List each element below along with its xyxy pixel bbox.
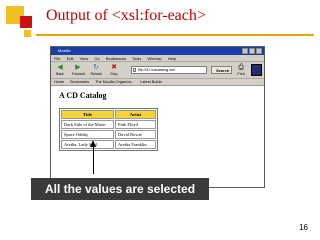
- cell-title: Dark Side of the Moon: [61, 120, 114, 129]
- column-header-artist: Artist: [115, 110, 156, 119]
- menu-view[interactable]: View: [80, 56, 89, 61]
- forward-label: Forward: [72, 72, 85, 76]
- window-title: Mozilla: [58, 48, 71, 53]
- close-button[interactable]: [256, 48, 262, 54]
- stop-button[interactable]: ✖ Stop: [108, 63, 120, 76]
- window-titlebar: Mozilla: [51, 47, 264, 55]
- cd-table: Title Artist Dark Side of the Moon Pink …: [59, 108, 158, 151]
- callout-arrow-line: [93, 146, 94, 174]
- maximize-button[interactable]: [249, 48, 255, 54]
- cell-artist: Pink Floyd: [115, 120, 156, 129]
- decorative-gold-square-small: [24, 30, 31, 37]
- menu-window[interactable]: Window: [147, 56, 161, 61]
- menu-help[interactable]: Help: [168, 56, 176, 61]
- menu-edit[interactable]: Edit: [67, 56, 74, 61]
- forward-button[interactable]: ▶ Forward: [72, 63, 85, 76]
- page-number: 16: [299, 223, 308, 232]
- mozilla-logo-icon: [251, 64, 262, 76]
- column-header-title: Title: [61, 110, 114, 119]
- back-arrow-icon: ◀: [57, 64, 63, 71]
- browser-window: Mozilla File Edit View Go Bookmarks Tool…: [50, 46, 265, 188]
- page-content: A CD Catalog Title Artist Dark Side of t…: [51, 86, 264, 185]
- table-row: Aretha: Lady Soul Aretha Franklin: [61, 140, 156, 149]
- page-heading: A CD Catalog: [59, 91, 107, 100]
- reload-label: Reload: [90, 72, 102, 76]
- search-label: Search: [216, 68, 230, 73]
- menu-go[interactable]: Go: [94, 56, 99, 61]
- title-underline: [36, 34, 314, 36]
- menu-tools[interactable]: Tools: [132, 56, 141, 61]
- table-row: Space Oddity David Bowie: [61, 130, 156, 139]
- bookmark-bookmarks[interactable]: Bookmarks: [70, 80, 89, 84]
- cell-artist: David Bowie: [115, 130, 156, 139]
- personal-toolbar: Home Bookmarks The Mozilla Organiza... L…: [51, 79, 264, 86]
- print-button[interactable]: ⎙ Print: [235, 63, 247, 76]
- stop-label: Stop: [110, 72, 118, 76]
- forward-arrow-icon: ▶: [75, 64, 81, 71]
- printer-icon: ⎙: [238, 64, 244, 71]
- slide-title: Output of <xsl:for-each>: [46, 7, 206, 24]
- bookmark-home[interactable]: Home: [54, 80, 64, 84]
- address-bar[interactable]: file:///D:/cdcatalog.xml: [131, 66, 207, 74]
- callout-box: All the values are selected: [31, 178, 209, 200]
- menu-bar: File Edit View Go Bookmarks Tools Window…: [51, 55, 264, 62]
- menu-file[interactable]: File: [54, 56, 60, 61]
- minimize-button[interactable]: [242, 48, 248, 54]
- reload-button[interactable]: ↻ Reload: [90, 63, 102, 76]
- reload-icon: ↻: [93, 64, 99, 71]
- search-button[interactable]: Search: [211, 66, 232, 74]
- address-text: file:///D:/cdcatalog.xml: [138, 68, 176, 72]
- back-button[interactable]: ◀ Back: [54, 63, 66, 76]
- stop-icon: ✖: [111, 64, 117, 71]
- decorative-red-square: [20, 16, 32, 28]
- cell-title: Aretha: Lady Soul: [61, 140, 114, 149]
- print-label: Print: [237, 72, 245, 76]
- menu-bookmarks[interactable]: Bookmarks: [106, 56, 126, 61]
- file-icon: [133, 68, 136, 72]
- bookmark-latest-builds[interactable]: Latest Builds: [140, 80, 162, 84]
- bookmark-mozilla-org[interactable]: The Mozilla Organiza...: [95, 80, 134, 84]
- navigation-toolbar: ◀ Back ▶ Forward ↻ Reload ✖ Stop file://…: [51, 62, 264, 79]
- table-row: Dark Side of the Moon Pink Floyd: [61, 120, 156, 129]
- table-header-row: Title Artist: [61, 110, 156, 119]
- back-label: Back: [56, 72, 64, 76]
- cell-artist: Aretha Franklin: [115, 140, 156, 149]
- cell-title: Space Oddity: [61, 130, 114, 139]
